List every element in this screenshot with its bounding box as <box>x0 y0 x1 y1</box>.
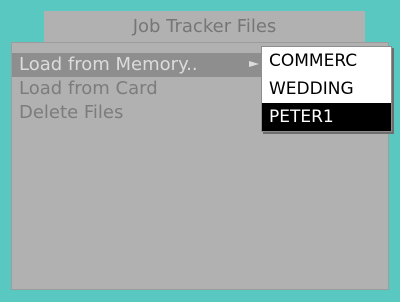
menu-item-label: Load from Card <box>19 78 158 99</box>
menu-item-label: Delete Files <box>19 102 124 123</box>
submenu-item-wedding[interactable]: WEDDING <box>262 75 391 103</box>
menu-item-load-from-card[interactable]: Load from Card <box>12 77 266 101</box>
submenu-item-commerc[interactable]: COMMERC <box>262 47 391 75</box>
menu-item-delete-files[interactable]: Delete Files <box>12 101 266 125</box>
file-menu: Load from Memory.. Load from Card Delete… <box>12 53 266 125</box>
memory-file-submenu: COMMERC WEDDING PETER1 <box>261 46 392 132</box>
screen: Job Tracker Files Load from Memory.. Loa… <box>0 0 400 302</box>
submenu-item-peter1[interactable]: PETER1 <box>262 103 391 131</box>
menu-item-load-from-memory[interactable]: Load from Memory.. <box>12 53 266 77</box>
menu-item-label: Load from Memory.. <box>19 54 198 75</box>
window-title: Job Tracker Files <box>44 11 365 42</box>
triangle-right-icon <box>249 61 259 67</box>
